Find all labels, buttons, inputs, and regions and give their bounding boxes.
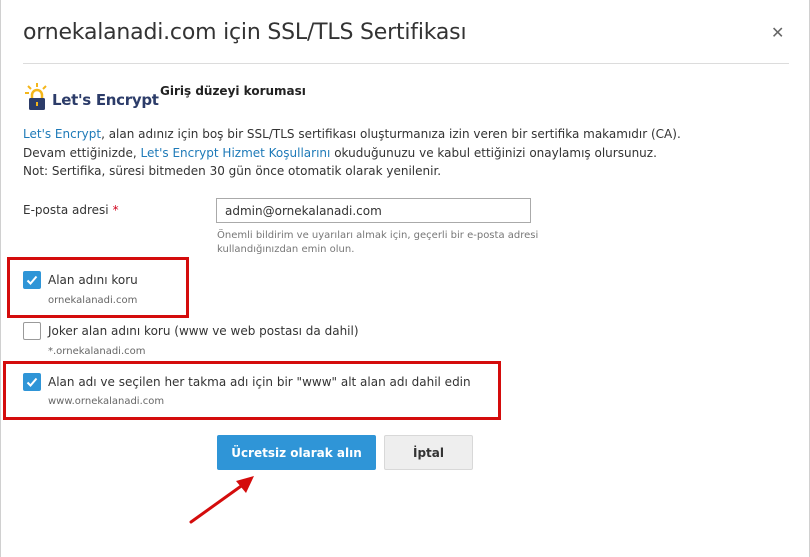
email-label: E-posta adresi *: [23, 203, 119, 217]
cancel-button[interactable]: İptal: [384, 435, 473, 470]
protect-wildcard-sub: *.ornekalanadi.com: [48, 346, 146, 357]
description-line-2: Devam ettiğinizde, Let's Encrypt Hizmet …: [23, 144, 657, 162]
highlight-box-protect-domain: [7, 257, 189, 318]
lock-icon: [25, 83, 47, 110]
email-hint-line-1: Önemli bildirim ve uyarıları almak için,…: [217, 230, 539, 241]
lets-encrypt-link[interactable]: Let's Encrypt: [23, 127, 101, 141]
description-line-1: Let's Encrypt, alan adınız için boş bir …: [23, 125, 681, 143]
close-icon[interactable]: ✕: [771, 25, 784, 41]
description-line-2-text: okuduğunuzu ve kabul ettiğinizi onaylamı…: [330, 146, 657, 160]
description-line-3: Not: Sertifika, süresi bitmeden 30 gün ö…: [23, 164, 442, 178]
get-free-button[interactable]: Ücretsiz olarak alın: [217, 435, 376, 470]
lets-encrypt-logo: Let's Encrypt: [24, 82, 159, 114]
title-divider: [23, 63, 789, 64]
protect-wildcard-checkbox[interactable]: [23, 322, 41, 340]
email-label-text: E-posta adresi: [23, 203, 109, 217]
email-field[interactable]: [216, 198, 531, 223]
dialog-border-left: [0, 0, 1, 557]
email-hint-line-2: kullandığınızdan emin olun.: [217, 244, 355, 255]
dialog-title: ornekalanadi.com için SSL/TLS Sertifikas…: [23, 20, 467, 45]
terms-of-service-link[interactable]: Let's Encrypt Hizmet Koşullarını: [141, 146, 331, 160]
description-line-2-start: Devam ettiğinizde,: [23, 146, 141, 160]
protection-level: Giriş düzeyi koruması: [160, 84, 306, 98]
protect-wildcard-label[interactable]: Joker alan adını koru (www ve web postas…: [48, 324, 359, 338]
description-line-1-text: , alan adınız için boş bir SSL/TLS serti…: [101, 127, 681, 141]
annotation-arrow-icon: [189, 476, 254, 524]
logo-text: Let's Encrypt: [52, 91, 159, 109]
highlight-box-include-www: [3, 361, 501, 420]
ssl-certificate-dialog: ornekalanadi.com için SSL/TLS Sertifikas…: [0, 0, 810, 557]
required-mark: *: [112, 203, 119, 217]
